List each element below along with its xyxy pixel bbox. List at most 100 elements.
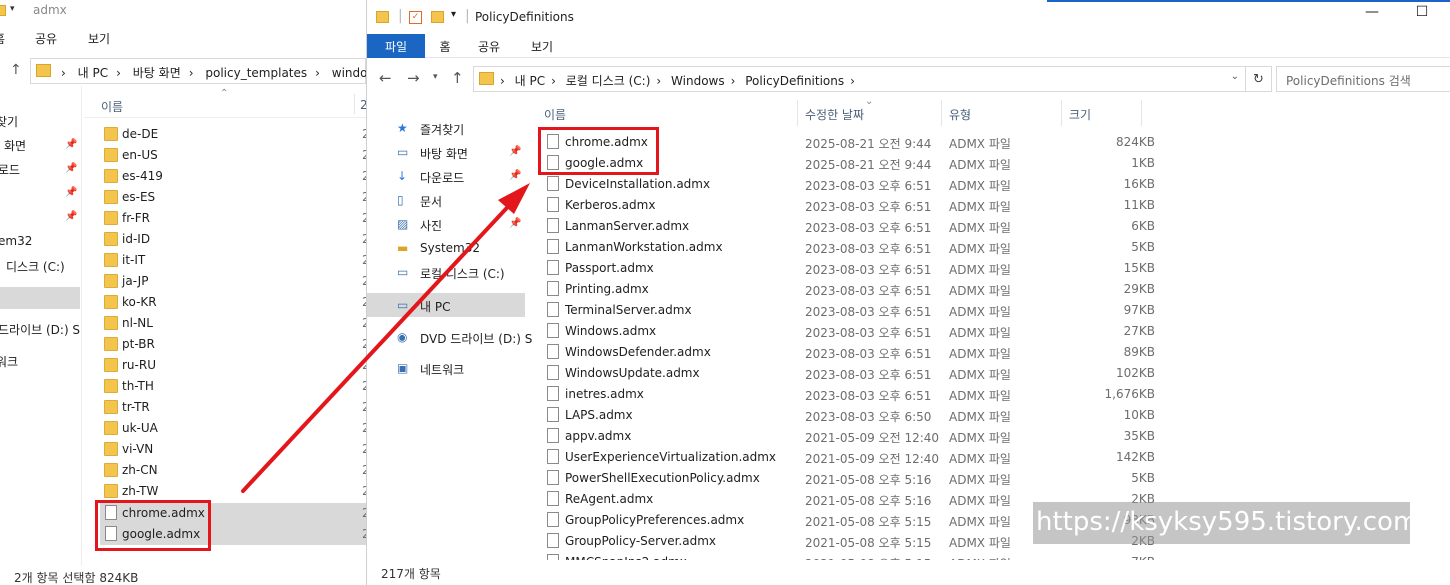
folder-row[interactable]: pt-BR 2 [100,334,366,355]
type-cell: ADMX 파일 [949,494,1011,508]
folder-row[interactable]: ru-RU 2 [100,355,366,376]
tab-share[interactable]: 공유 [35,30,57,47]
address-bar[interactable]: › 내 PC› 바탕 화면› policy_templates› windows [30,58,366,84]
tab-share[interactable]: 공유 [469,34,509,58]
file-row[interactable]: Windows.admx 2023-08-03 오후 6:51 ADMX 파일 27K… [545,321,1445,342]
up-arrow-icon[interactable]: ↑ [451,69,464,87]
folder-row[interactable]: es-419 2 [100,166,366,187]
forward-arrow-icon[interactable]: → [407,69,420,87]
folder-row[interactable]: ja-JP 2 [100,271,366,292]
search-input[interactable]: PolicyDefinitions 검색 [1276,66,1450,92]
file-row[interactable]: DeviceInstallation.admx 2023-08-03 오후 6:5… [545,174,1445,195]
refresh-button[interactable]: ↻ [1246,66,1272,92]
address-bar[interactable]: › 내 PC › 로컬 디스크 (C:) › Windows › PolicyDefi… [473,66,1246,92]
folder-row[interactable]: ko-KR 2 [100,292,366,313]
folder-row[interactable]: en-US 2 [100,145,366,166]
nav-item[interactable]: 화면 [4,137,26,154]
chevron-down-icon[interactable]: ▾ [10,4,15,14]
folder-row[interactable]: zh-TW 2 [100,481,366,502]
file-row[interactable]: LAPS.admx 2023-08-03 오후 6:50 ADMX 파일 10KB [545,405,1445,426]
breadcrumb-item[interactable]: 내 PC [515,74,545,88]
maximize-button[interactable]: ☐ [1407,4,1437,30]
file-row[interactable]: PowerShellExecutionPolicy.admx 2021-05-08… [545,468,1445,489]
column-name[interactable]: 이름 [101,98,123,115]
folder-row[interactable]: it-IT 2 [100,250,366,271]
nav-item[interactable]: ▭ 바탕 화면 📌 [367,140,525,164]
column-separator[interactable] [354,94,355,114]
recent-chevron-icon[interactable]: ▾ [433,72,438,82]
folder-row[interactable]: th-TH 2 [100,376,366,397]
nav-item[interactable]: ▭ 로컬 디스크 (C:) [367,260,525,284]
nav-item[interactable]: ★ 즐겨찾기 [367,116,525,140]
file-row[interactable]: TerminalServer.admx 2023-08-03 오후 6:51 ADM… [545,300,1445,321]
back-arrow-icon[interactable]: ← [379,69,392,87]
up-arrow-icon[interactable]: ↑ [10,62,22,78]
folder-row[interactable]: vi-VN 2 [100,439,366,460]
pin-icon: 📌 [509,170,522,181]
breadcrumb-item[interactable]: Windows [671,74,725,88]
file-row[interactable]: Kerberos.admx 2023-08-03 오후 6:51 ADMX 파일 11… [545,195,1445,216]
file-row[interactable]: appv.admx 2021-05-09 오전 12:40 ADMX 파일 35KB [545,426,1445,447]
chevron-down-icon[interactable]: ▾ [451,9,456,20]
file-row[interactable]: Passport.admx 2023-08-03 오후 6:51 ADMX 파일 15… [545,258,1445,279]
column-separator[interactable] [1061,100,1062,126]
folder-row[interactable]: nl-NL 2 [100,313,366,334]
nav-item[interactable]: 찾기 [0,113,18,130]
chevron-down-icon[interactable]: ⌄ [1231,71,1239,82]
column-separator[interactable] [941,100,942,126]
folder-row[interactable]: fr-FR 2 [100,208,366,229]
nav-item[interactable]: ▭ 내 PC [367,293,525,317]
folder-row[interactable]: de-DE 2 [100,124,366,145]
nav-item[interactable]: 드라이브 (D:) S [0,321,80,338]
minimize-button[interactable]: — [1357,4,1387,30]
breadcrumb-item[interactable]: 로컬 디스크 (C:) [566,74,651,88]
file-row[interactable]: WindowsDefender.admx 2023-08-03 오후 6:51 AD… [545,342,1445,363]
tab-home[interactable]: 홈 [0,30,5,47]
file-row[interactable]: chrome.admx 2025-08-21 오전 9:44 ADMX 파일 824K… [545,132,1445,153]
nav-item[interactable]: ▣ 네트워크 [367,356,525,380]
breadcrumb-item[interactable]: PolicyDefinitions [745,74,844,88]
column-separator[interactable] [797,100,798,126]
tab-home[interactable]: 홈 [425,34,465,58]
column-date[interactable]: 수정한 날짜 [805,106,864,123]
nav-item[interactable]: 워크 [0,353,18,370]
nav-item[interactable]: em32 [0,234,32,248]
tab-view[interactable]: 보기 [88,30,110,47]
file-row[interactable]: UserExperienceVirtualization.admx 2021-05… [545,447,1445,468]
breadcrumb-item[interactable]: 내 PC [78,66,108,80]
file-row[interactable]: WindowsUpdate.admx 2023-08-03 오후 6:51 ADMX… [545,363,1445,384]
new-folder-icon[interactable] [431,11,444,23]
file-row[interactable]: google.admx 2025-08-21 오전 9:44 ADMX 파일 1KB [545,153,1445,174]
folder-row[interactable]: id-ID 2 [100,229,366,250]
folder-row[interactable]: uk-UA 2 [100,418,366,439]
column-size[interactable]: 크기 [1069,106,1091,123]
breadcrumb-item[interactable]: policy_templates [205,66,307,80]
nav-item[interactable]: ↓ 다운로드 📌 [367,164,525,188]
nav-icon: ▭ [397,145,409,159]
nav-item[interactable]: 로드 [0,161,20,178]
properties-icon[interactable]: ✓ [409,11,422,24]
folder-row[interactable]: tr-TR 2 [100,397,366,418]
file-row[interactable]: MMCSnapIns2.admx 2021-05-08 오후 5:15 ADMX 파… [545,552,1445,560]
file-row[interactable]: Printing.admx 2023-08-03 오후 6:51 ADMX 파일 29… [545,279,1445,300]
nav-item[interactable]: ▨ 사진 📌 [367,212,525,236]
nav-item[interactable]: ◉ DVD 드라이브 (D:) S [367,325,532,349]
column-type[interactable]: 유형 [949,106,971,123]
nav-item[interactable]: ▬ System32 [367,236,525,260]
column-name[interactable]: 이름 [544,106,566,123]
column-separator[interactable] [1141,100,1142,126]
folder-row[interactable]: zh-CN 2 [100,460,366,481]
file-name: Kerberos.admx [565,198,656,212]
tab-file[interactable]: 파일 [367,34,425,58]
nav-item[interactable]: ▯ 문서 📌 [367,188,525,212]
file-row[interactable]: inetres.admx 2023-08-03 오후 6:51 ADMX 파일 1,6… [545,384,1445,405]
breadcrumb-item[interactable]: 바탕 화면 [133,66,181,80]
tab-view[interactable]: 보기 [522,34,562,58]
file-row[interactable]: LanmanServer.admx 2023-08-03 오후 6:51 ADMX … [545,216,1445,237]
nav-item[interactable]: 디스크 (C:) [6,258,65,275]
breadcrumb-item[interactable]: windows [332,66,366,80]
folder-row[interactable]: es-ES 2 [100,187,366,208]
pin-icon: 📌 [509,146,522,157]
file-row[interactable]: LanmanWorkstation.admx 2023-08-03 오후 6:51… [545,237,1445,258]
file-name: Printing.admx [565,282,649,296]
